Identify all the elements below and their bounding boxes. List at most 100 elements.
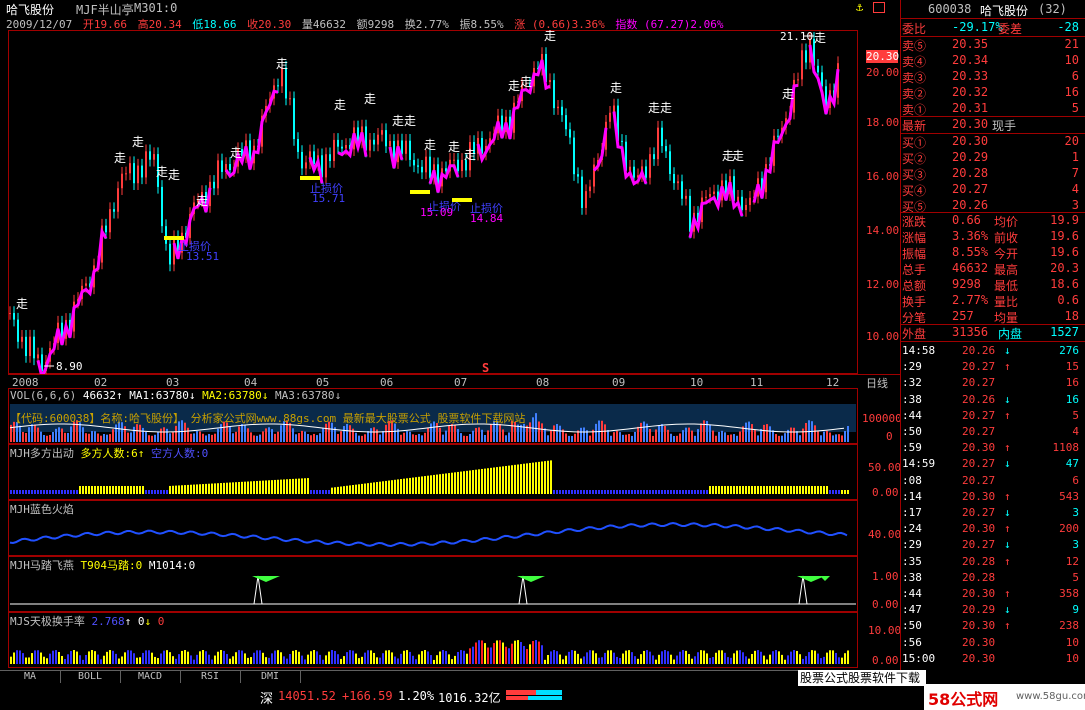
tick-row[interactable]: :44 20.30 ↑ 358 xyxy=(900,587,1085,603)
turnover-bar xyxy=(40,652,42,664)
duo-bars-chart[interactable] xyxy=(8,456,858,498)
duo-bar xyxy=(343,486,345,494)
duo-bar xyxy=(670,490,672,494)
turnover-bar xyxy=(751,653,753,664)
tick-row[interactable]: 14:59 20.27 ↓ 47 xyxy=(900,457,1085,473)
vol-bar xyxy=(403,432,405,442)
turnover-bar xyxy=(331,650,333,664)
tick-row[interactable]: :35 20.28 ↑ 12 xyxy=(900,555,1085,571)
turnover-bar xyxy=(688,654,690,664)
turnover-bar xyxy=(829,650,831,664)
sell-level-5: 卖⑤ 20.35 21 xyxy=(902,37,1079,53)
tick-row[interactable]: :50 20.30 ↑ 238 xyxy=(900,619,1085,635)
turnover-bar xyxy=(145,650,147,664)
tick-row[interactable]: :38 20.26 ↓ 16 xyxy=(900,393,1085,409)
duo-bar xyxy=(193,484,195,494)
tick-row[interactable]: :47 20.29 ↓ 9 xyxy=(900,603,1085,619)
tick-row[interactable]: :29 20.27 ↓ 3 xyxy=(900,538,1085,554)
tick-row[interactable]: :24 20.30 ↑ 200 xyxy=(900,522,1085,538)
candle-body xyxy=(657,127,659,160)
tick-row[interactable]: :29 20.27 ↑ 15 xyxy=(900,360,1085,376)
tick-row[interactable]: :59 20.30 ↑ 1108 xyxy=(900,441,1085,457)
vol-bar xyxy=(292,428,294,442)
tick-row[interactable]: :32 20.27 16 xyxy=(900,376,1085,392)
turnover-bar xyxy=(676,655,678,664)
turnover-bar xyxy=(469,648,471,664)
vol-bar xyxy=(712,430,714,442)
turnover-bar xyxy=(799,654,801,664)
turnover-bar xyxy=(373,652,375,664)
stop-loss-price: 15.71 xyxy=(312,192,345,205)
candle-body xyxy=(377,134,379,145)
tab-dmi[interactable]: DMI xyxy=(240,671,301,683)
turnover-bar xyxy=(412,655,414,664)
restore-icon[interactable] xyxy=(873,2,885,13)
vol-bar xyxy=(622,434,624,442)
tick-row[interactable]: :44 20.27 ↑ 5 xyxy=(900,409,1085,425)
turnover-bar xyxy=(292,650,294,664)
tick-row[interactable]: :38 20.28 5 xyxy=(900,571,1085,587)
tab-boll[interactable]: BOLL xyxy=(60,671,121,683)
vol-bar xyxy=(274,433,276,442)
vol-bar xyxy=(253,435,255,442)
duo-bar xyxy=(550,460,552,494)
duo-bar xyxy=(643,490,645,494)
candle-body xyxy=(221,160,223,172)
duo-bar xyxy=(259,480,261,494)
turnover-chart[interactable] xyxy=(8,624,858,668)
duo-bar xyxy=(148,490,150,494)
tick-row[interactable]: :14 20.30 ↑ 543 xyxy=(900,490,1085,506)
turnover-bar xyxy=(757,650,759,664)
horse-signal-chart[interactable] xyxy=(8,556,858,612)
vol-bar xyxy=(715,435,717,442)
turnover-bar xyxy=(307,654,309,664)
duo-bar xyxy=(310,490,312,494)
tick-row[interactable]: :17 20.27 ↓ 3 xyxy=(900,506,1085,522)
tab-macd[interactable]: MACD xyxy=(120,671,181,683)
tab-ma[interactable]: MA xyxy=(0,671,61,683)
tick-row[interactable]: 15:00 20.30 10 xyxy=(900,652,1085,668)
duo-bar xyxy=(673,490,675,494)
vol-bar xyxy=(691,430,693,442)
tick-row[interactable]: :56 20.30 10 xyxy=(900,636,1085,652)
candle-body xyxy=(405,140,407,154)
stop-loss-marker xyxy=(452,198,472,202)
candle-body xyxy=(797,79,799,81)
duo-bar xyxy=(811,486,813,494)
duo-bar xyxy=(40,490,42,494)
turnover-bar xyxy=(589,650,591,664)
candle-body xyxy=(9,313,11,315)
turnover-bar xyxy=(49,653,51,664)
candle-body xyxy=(29,336,31,357)
vol-bar xyxy=(442,434,444,442)
turnover-bar xyxy=(352,650,354,664)
horse-spike xyxy=(798,575,808,605)
tick-row[interactable]: :50 20.27 4 xyxy=(900,425,1085,441)
vol-bar xyxy=(778,435,780,442)
turnover-bar xyxy=(58,652,60,664)
tick-row[interactable]: :08 20.27 6 xyxy=(900,474,1085,490)
vol-bar xyxy=(628,433,630,442)
turnover-bar xyxy=(562,659,564,664)
ad-banner[interactable]: 股票公式股票软件下载 xyxy=(798,670,926,686)
turnover-bar xyxy=(25,657,27,664)
candlestick-chart[interactable]: 走走走走 走走走走走 走走 走走 走走走 走走走走 走走走走走止损价13.51止损价15.7… xyxy=(8,30,858,374)
vol-bar xyxy=(781,435,783,442)
blue-y-tick: 40.00 xyxy=(868,528,902,541)
candle-body xyxy=(629,166,631,171)
period-label[interactable]: 日线 xyxy=(866,375,888,391)
anchor-icon[interactable]: ⚓ xyxy=(856,0,863,14)
duo-bar xyxy=(55,490,57,494)
turnover-bar xyxy=(337,654,339,664)
tab-rsi[interactable]: RSI xyxy=(180,671,241,683)
duo-bar xyxy=(772,486,774,494)
duo-bar xyxy=(142,486,144,494)
duo-bar xyxy=(760,486,762,494)
turnover-bar xyxy=(448,654,450,664)
vol-bar xyxy=(688,427,690,442)
blue-flame-chart[interactable] xyxy=(8,500,858,556)
vol-bar xyxy=(160,428,162,442)
tick-row[interactable]: 14:58 20.26 ↓ 276 xyxy=(900,344,1085,360)
duo-bar xyxy=(31,490,33,494)
duo-bar xyxy=(568,490,570,494)
